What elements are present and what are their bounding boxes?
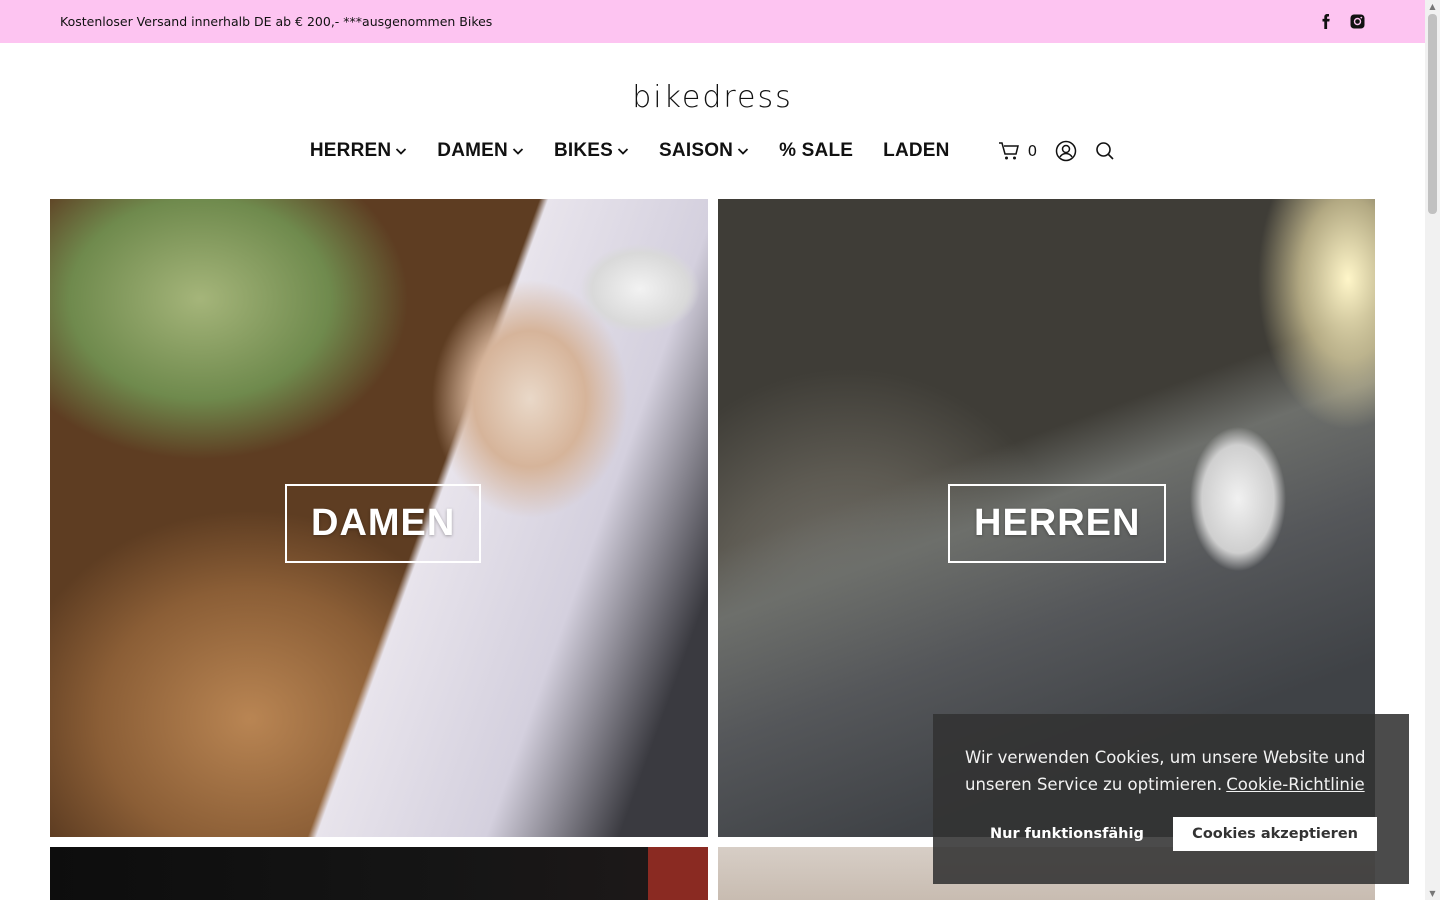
nav-item-laden[interactable]: LADEN [883, 140, 949, 162]
chevron-down-icon [512, 148, 524, 155]
chevron-down-icon [396, 148, 407, 155]
search-icon [1096, 142, 1114, 160]
cart-count: 0 [1027, 142, 1038, 160]
cookie-message: Wir verwenden Cookies, um unsere Website… [965, 748, 1366, 794]
damen-tile-button[interactable]: DAMEN [285, 484, 482, 563]
cart-button[interactable]: 0 [998, 141, 1038, 161]
chevron-down-icon [617, 148, 629, 155]
main-navigation: HERREN DAMEN BIKES SAISON % SALE LADEN 0 [0, 140, 1425, 162]
nav-item-damen[interactable]: DAMEN [437, 140, 524, 162]
nav-item-bikes[interactable]: BIKES [554, 140, 629, 162]
account-icon [1055, 140, 1077, 162]
accept-cookies-button[interactable]: Cookies akzeptieren [1173, 817, 1377, 851]
social-links [1319, 14, 1365, 30]
instagram-icon[interactable] [1349, 14, 1365, 30]
nav-item-sale[interactable]: % SALE [779, 140, 853, 162]
scroll-thumb[interactable] [1428, 14, 1437, 214]
category-tile-damen[interactable]: DAMEN [50, 199, 708, 837]
cookie-policy-link[interactable]: Cookie-Richtlinie [1226, 775, 1364, 794]
nav-item-herren[interactable]: HERREN [310, 140, 407, 162]
facebook-icon[interactable] [1319, 14, 1335, 30]
site-logo[interactable]: bikedress [0, 80, 1425, 115]
shipping-notice: Kostenloser Versand innerhalb DE ab € 20… [60, 14, 493, 29]
account-button[interactable] [1055, 140, 1077, 162]
cookie-banner: Wir verwenden Cookies, um unsere Website… [933, 714, 1409, 884]
page-scrollbar[interactable]: ▲ ▼ [1425, 0, 1440, 900]
nav-item-saison[interactable]: SAISON [659, 140, 749, 162]
herren-tile-button[interactable]: HERREN [948, 484, 1167, 563]
cart-icon [998, 142, 1019, 160]
chevron-down-icon [737, 148, 749, 155]
scroll-down-icon[interactable]: ▼ [1428, 889, 1437, 898]
announcement-bar: Kostenloser Versand innerhalb DE ab € 20… [0, 0, 1425, 43]
scroll-up-icon[interactable]: ▲ [1428, 2, 1437, 11]
search-button[interactable] [1095, 141, 1115, 161]
logo-text: bikedress [632, 80, 793, 115]
functional-cookies-button[interactable]: Nur funktionsfähig [965, 817, 1169, 851]
category-tile-lower-left[interactable] [50, 847, 708, 900]
